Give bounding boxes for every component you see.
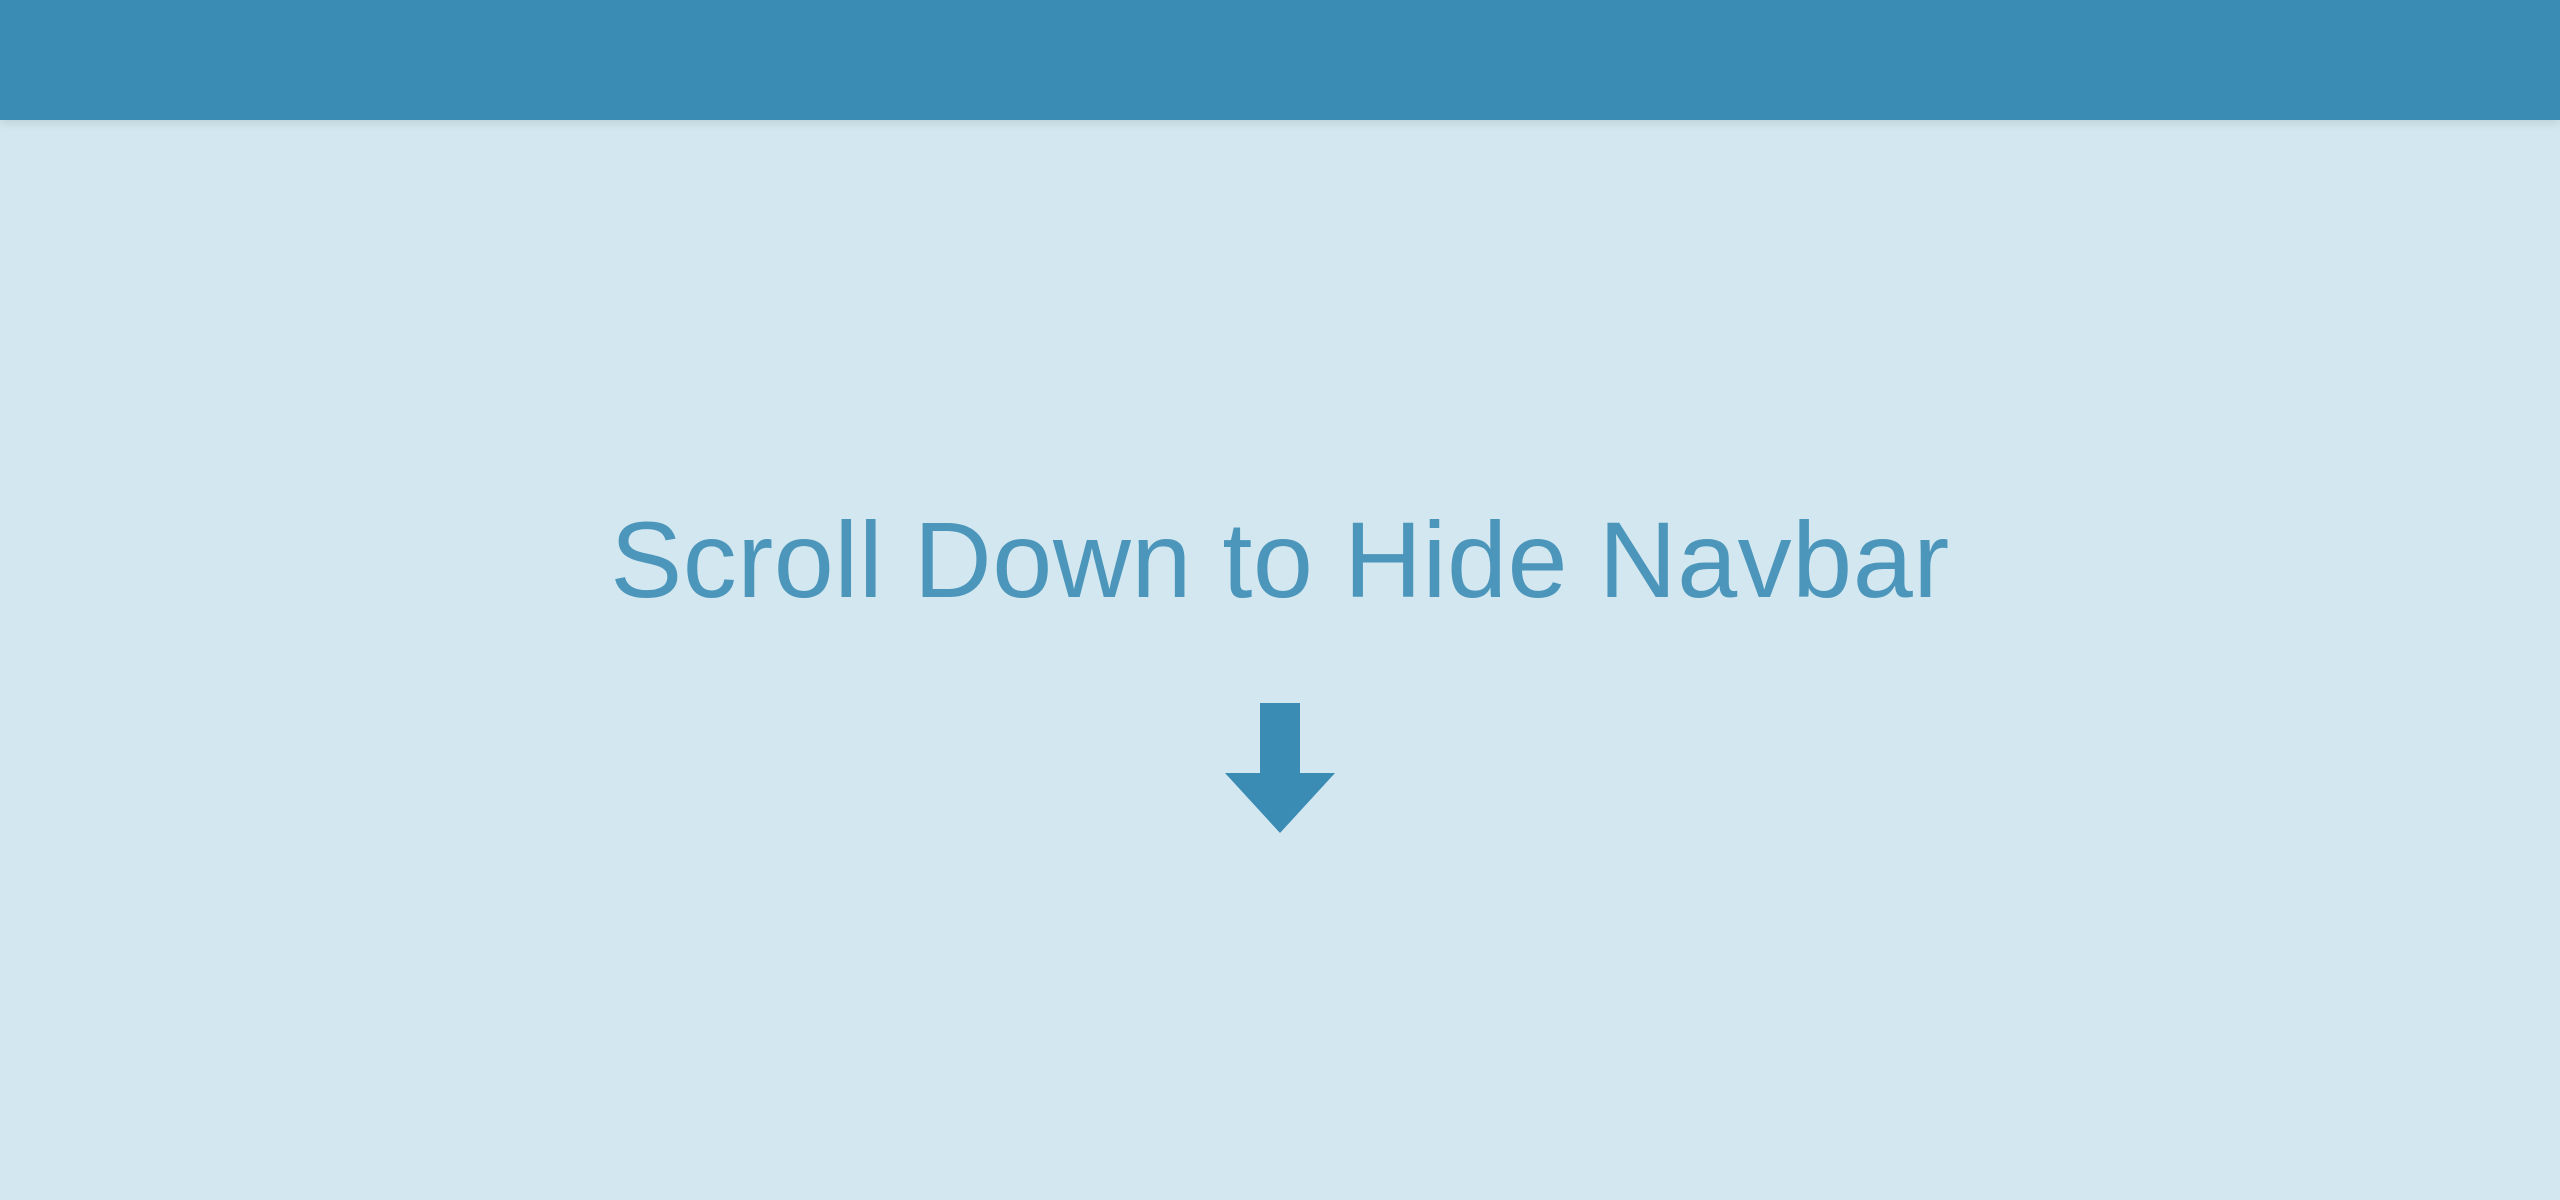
arrow-down-icon xyxy=(1225,703,1335,833)
main-content: Scroll Down to Hide Navbar xyxy=(0,120,2560,1200)
instruction-heading: Scroll Down to Hide Navbar xyxy=(610,487,1950,633)
navbar[interactable] xyxy=(0,0,2560,120)
